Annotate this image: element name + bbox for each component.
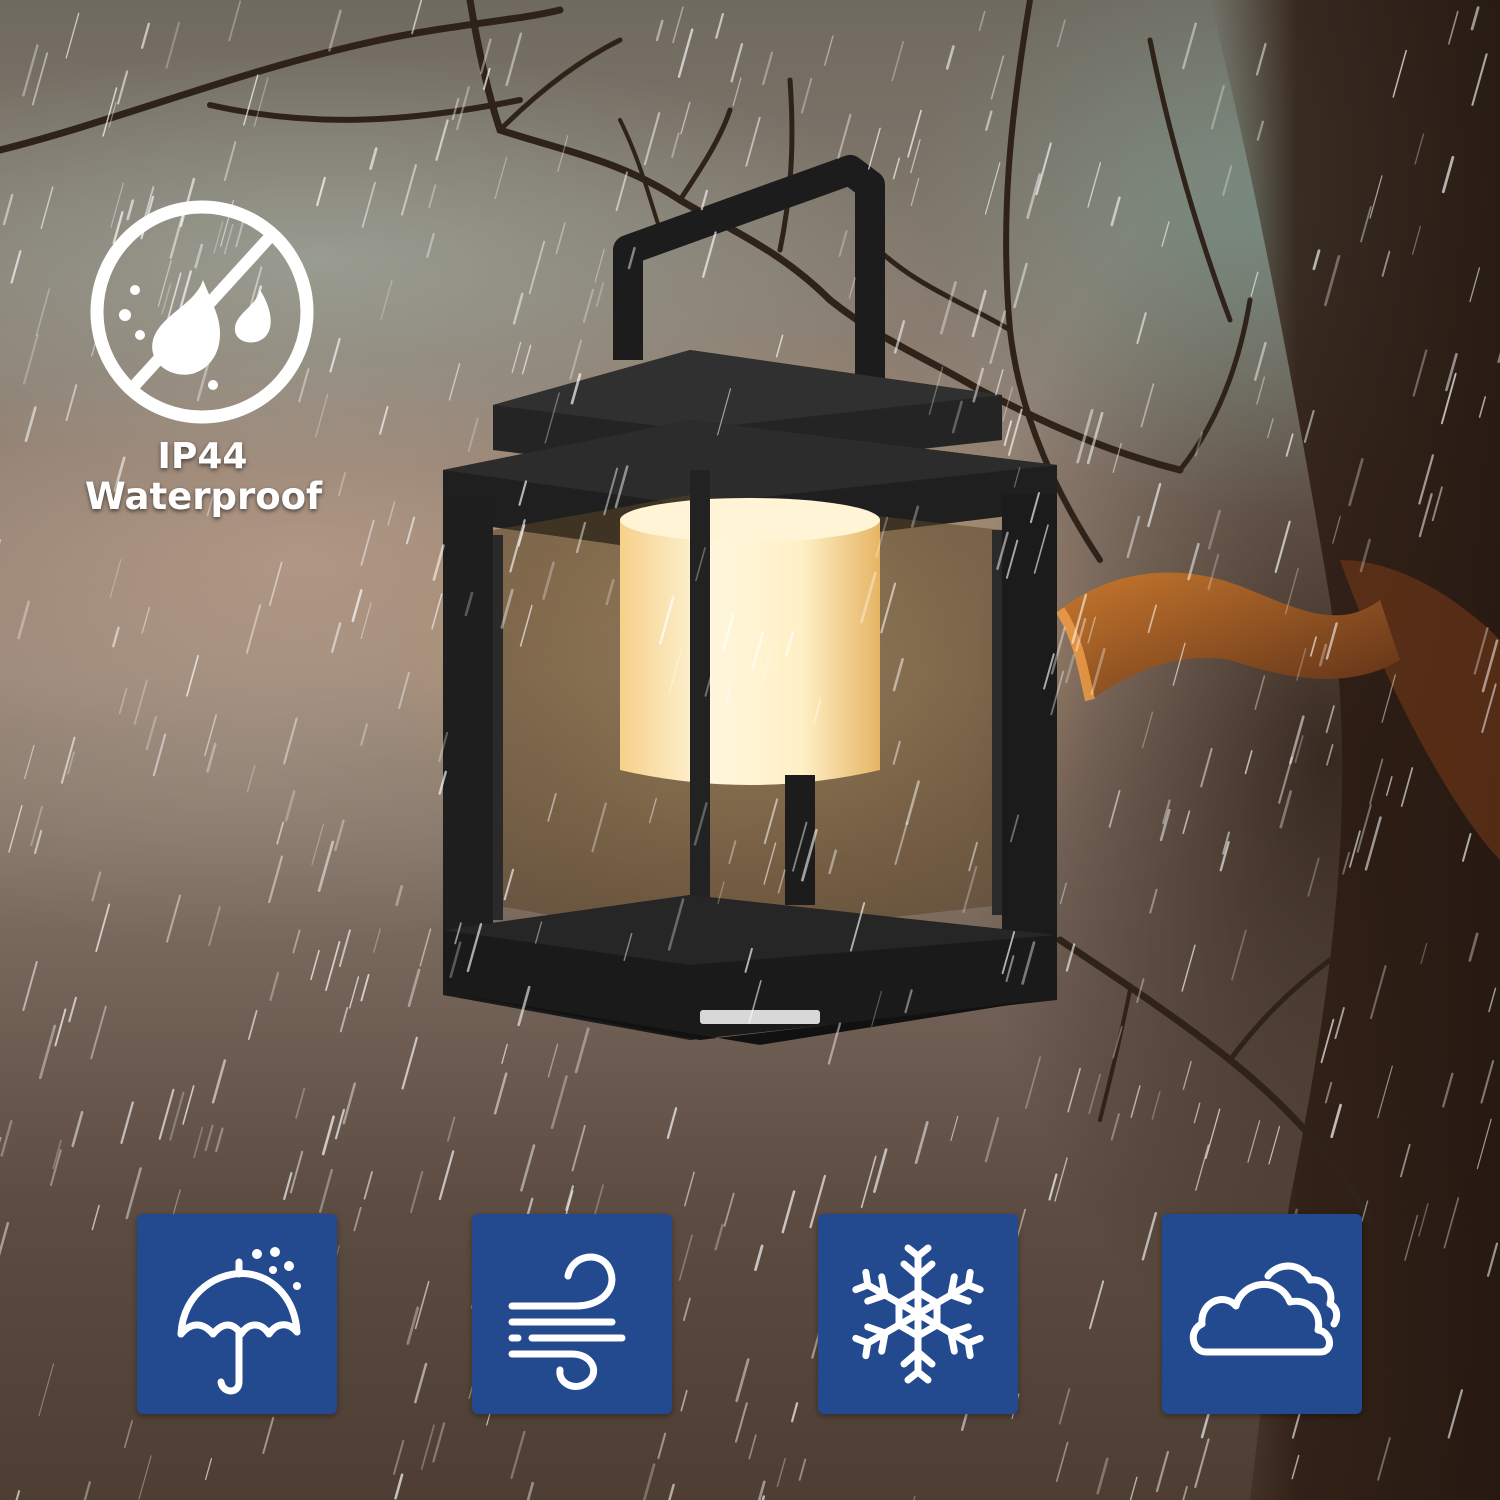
weather-icon-row <box>0 1214 1500 1414</box>
weather-tile-rain <box>137 1214 337 1414</box>
waterproof-badge: IP44 Waterproof <box>85 195 323 525</box>
badge-rating: IP44 <box>157 436 248 477</box>
wind-icon <box>508 1253 626 1390</box>
cloud-icon <box>1189 1262 1341 1356</box>
umbrella-rain-icon <box>177 1247 301 1395</box>
product-photo: IP44 Waterproof <box>0 0 1500 1500</box>
weather-tile-cloud <box>1162 1214 1362 1414</box>
badge-label: Waterproof <box>85 475 323 518</box>
snowflake-icon <box>818 1244 1018 1414</box>
badge-caption: IP44 Waterproof <box>85 436 323 518</box>
no-water-drops-icon <box>90 200 314 424</box>
weather-tile-wind <box>472 1214 672 1414</box>
weather-tile-snow <box>818 1214 1018 1414</box>
